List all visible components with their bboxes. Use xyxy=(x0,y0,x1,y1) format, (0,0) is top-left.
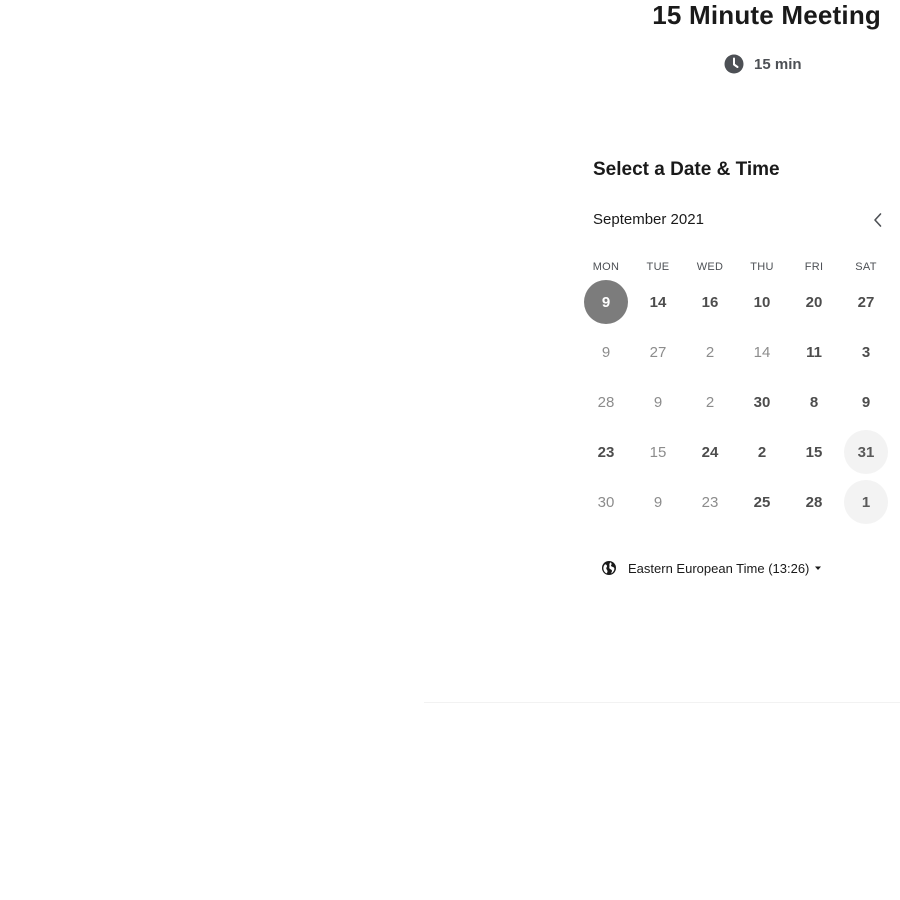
calendar-day[interactable]: 23 xyxy=(584,430,628,474)
caret-down-icon xyxy=(815,566,822,570)
month-navigation: September 2021 xyxy=(593,211,883,233)
calendar-day[interactable]: 1 xyxy=(844,480,888,524)
globe-icon xyxy=(602,561,616,575)
month-label: September 2021 xyxy=(593,211,704,228)
timezone-label: Eastern European Time (13:26) xyxy=(628,560,810,576)
calendar-day: 9 xyxy=(601,343,611,361)
calendar-day[interactable]: 15 xyxy=(792,430,836,474)
calendar-day: 15 xyxy=(649,443,667,461)
clock-icon xyxy=(724,54,744,74)
timezone-selector[interactable]: Eastern European Time (13:26) xyxy=(601,560,822,576)
calendar-day[interactable]: 3 xyxy=(844,330,888,374)
calendar-day: 9 xyxy=(653,393,663,411)
calendar-day[interactable]: 11 xyxy=(792,330,836,374)
duration-label: 15 min xyxy=(754,55,802,73)
weekday-header: MON TUE WED THU FRI SAT xyxy=(580,261,892,275)
calendar-heading: Select a Date & Time xyxy=(593,159,780,180)
weekday-tue: TUE xyxy=(646,261,670,273)
calendar-day[interactable]: 8 xyxy=(792,380,836,424)
calendar-day: 27 xyxy=(649,343,667,361)
calendar-day[interactable]: 16 xyxy=(688,280,732,324)
calendar-day: 14 xyxy=(753,343,771,361)
weekday-sat: SAT xyxy=(855,261,877,273)
calendar-day: 30 xyxy=(597,493,615,511)
calendar-day[interactable]: 30 xyxy=(740,380,784,424)
event-duration: 15 min xyxy=(724,54,802,74)
calendar-day: 23 xyxy=(701,493,719,511)
weekday-mon: MON xyxy=(592,261,620,273)
calendar-day[interactable]: 10 xyxy=(740,280,784,324)
calendar-day: 28 xyxy=(597,393,615,411)
calendar-day[interactable]: 28 xyxy=(792,480,836,524)
weekday-wed: WED xyxy=(696,261,724,273)
calendar-day[interactable]: 14 xyxy=(636,280,680,324)
calendar-day-selected[interactable]: 9 xyxy=(584,280,628,324)
weekday-thu: THU xyxy=(750,261,774,273)
calendar-day[interactable]: 20 xyxy=(792,280,836,324)
calendar-day: 2 xyxy=(705,343,715,361)
calendar-day: 2 xyxy=(705,393,715,411)
calendar-day[interactable]: 24 xyxy=(688,430,732,474)
calendar-day[interactable]: 9 xyxy=(844,380,888,424)
event-title: 15 Minute Meeting xyxy=(652,0,881,30)
calendar-day[interactable]: 31 xyxy=(844,430,888,474)
calendar-day[interactable]: 2 xyxy=(740,430,784,474)
calendar-day: 9 xyxy=(653,493,663,511)
weekday-fri: FRI xyxy=(804,261,824,273)
scheduling-page: 15 Minute Meeting 15 min Select a Date &… xyxy=(0,0,900,900)
calendar-day[interactable]: 27 xyxy=(844,280,888,324)
calendar-grid: 9 14 16 10 20 27 9 27 2 14 11 3 28 9 2 30 8 9 23 15 24 2 15 31 3… xyxy=(580,277,892,527)
chevron-left-icon[interactable] xyxy=(867,209,889,231)
calendar-day[interactable]: 25 xyxy=(740,480,784,524)
